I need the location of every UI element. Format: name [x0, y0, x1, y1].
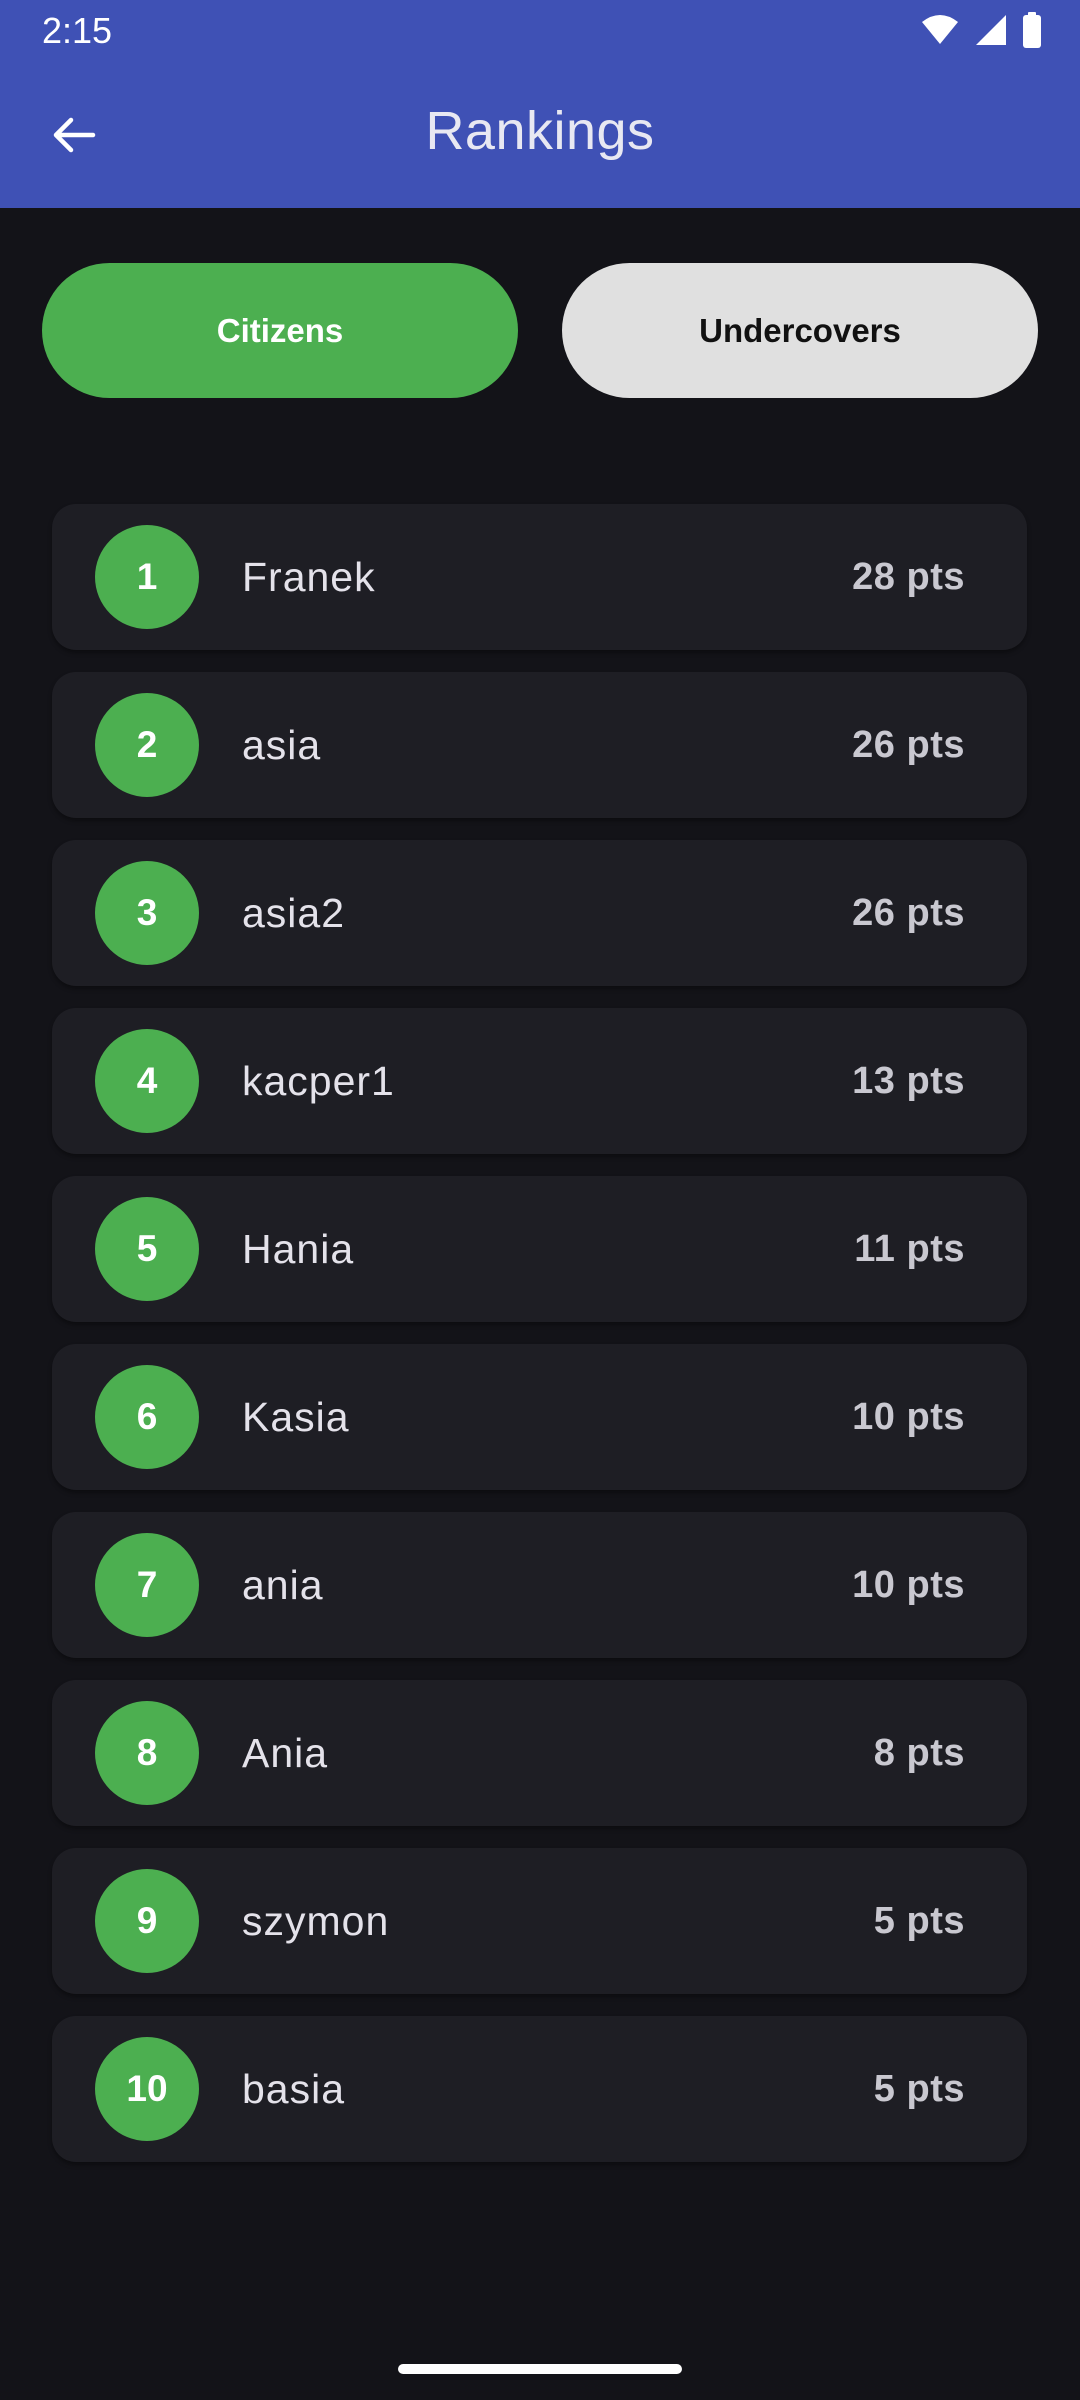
player-points: 28 pts	[852, 555, 965, 598]
player-name: asia2	[242, 889, 346, 936]
ranking-row: 5 Hania 11 pts	[52, 1176, 1027, 1322]
rank-badge: 7	[95, 1533, 199, 1637]
ranking-row: 9 szymon 5 pts	[52, 1848, 1027, 1994]
tab-undercovers[interactable]: Undercovers	[562, 263, 1038, 398]
rank-badge: 1	[95, 525, 199, 629]
rank-badge: 8	[95, 1701, 199, 1805]
status-bar: 2:15	[0, 0, 1080, 62]
ranking-row: 1 Franek 28 pts	[52, 504, 1027, 650]
player-name: Hania	[242, 1225, 355, 1272]
ranking-row: 6 Kasia 10 pts	[52, 1344, 1027, 1490]
player-points: 5 pts	[873, 2067, 965, 2110]
player-points: 10 pts	[852, 1395, 965, 1438]
tab-citizens[interactable]: Citizens	[42, 263, 518, 398]
ranking-row: 3 asia2 26 pts	[52, 840, 1027, 986]
rank-badge: 2	[95, 693, 199, 797]
battery-icon	[1022, 11, 1042, 53]
signal-icon	[974, 13, 1008, 52]
player-points: 26 pts	[852, 891, 965, 934]
rank-badge: 9	[95, 1869, 199, 1973]
player-name: Ania	[242, 1729, 329, 1776]
team-tabs: Citizens Undercovers	[42, 263, 1038, 398]
player-points: 5 pts	[873, 1899, 965, 1942]
player-points: 11 pts	[854, 1227, 965, 1270]
rank-badge: 10	[95, 2037, 199, 2141]
player-points: 8 pts	[873, 1731, 965, 1774]
player-name: Kasia	[242, 1393, 350, 1440]
player-name: kacper1	[242, 1057, 395, 1104]
app-bar: 2:15 Rankings	[0, 0, 1080, 208]
player-name: szymon	[242, 1897, 390, 1944]
status-icons	[920, 11, 1042, 53]
player-name: basia	[242, 2065, 346, 2112]
player-points: 26 pts	[852, 723, 965, 766]
player-name: asia	[242, 721, 322, 768]
rank-badge: 5	[95, 1197, 199, 1301]
player-name: Franek	[242, 553, 376, 600]
home-indicator[interactable]	[398, 2364, 682, 2374]
ranking-row: 8 Ania 8 pts	[52, 1680, 1027, 1826]
rank-badge: 4	[95, 1029, 199, 1133]
rank-badge: 6	[95, 1365, 199, 1469]
player-points: 13 pts	[852, 1059, 965, 1102]
ranking-row: 2 asia 26 pts	[52, 672, 1027, 818]
wifi-icon	[920, 14, 960, 51]
rank-badge: 3	[95, 861, 199, 965]
player-points: 10 pts	[852, 1563, 965, 1606]
status-time: 2:15	[42, 10, 113, 51]
rankings-list: 1 Franek 28 pts 2 asia 26 pts 3 asia2 26…	[52, 504, 1027, 2184]
ranking-row: 10 basia 5 pts	[52, 2016, 1027, 2162]
ranking-row: 4 kacper1 13 pts	[52, 1008, 1027, 1154]
page-title: Rankings	[425, 101, 655, 161]
ranking-row: 7 ania 10 pts	[52, 1512, 1027, 1658]
toolbar: Rankings	[0, 62, 1080, 208]
player-name: ania	[242, 1561, 324, 1608]
